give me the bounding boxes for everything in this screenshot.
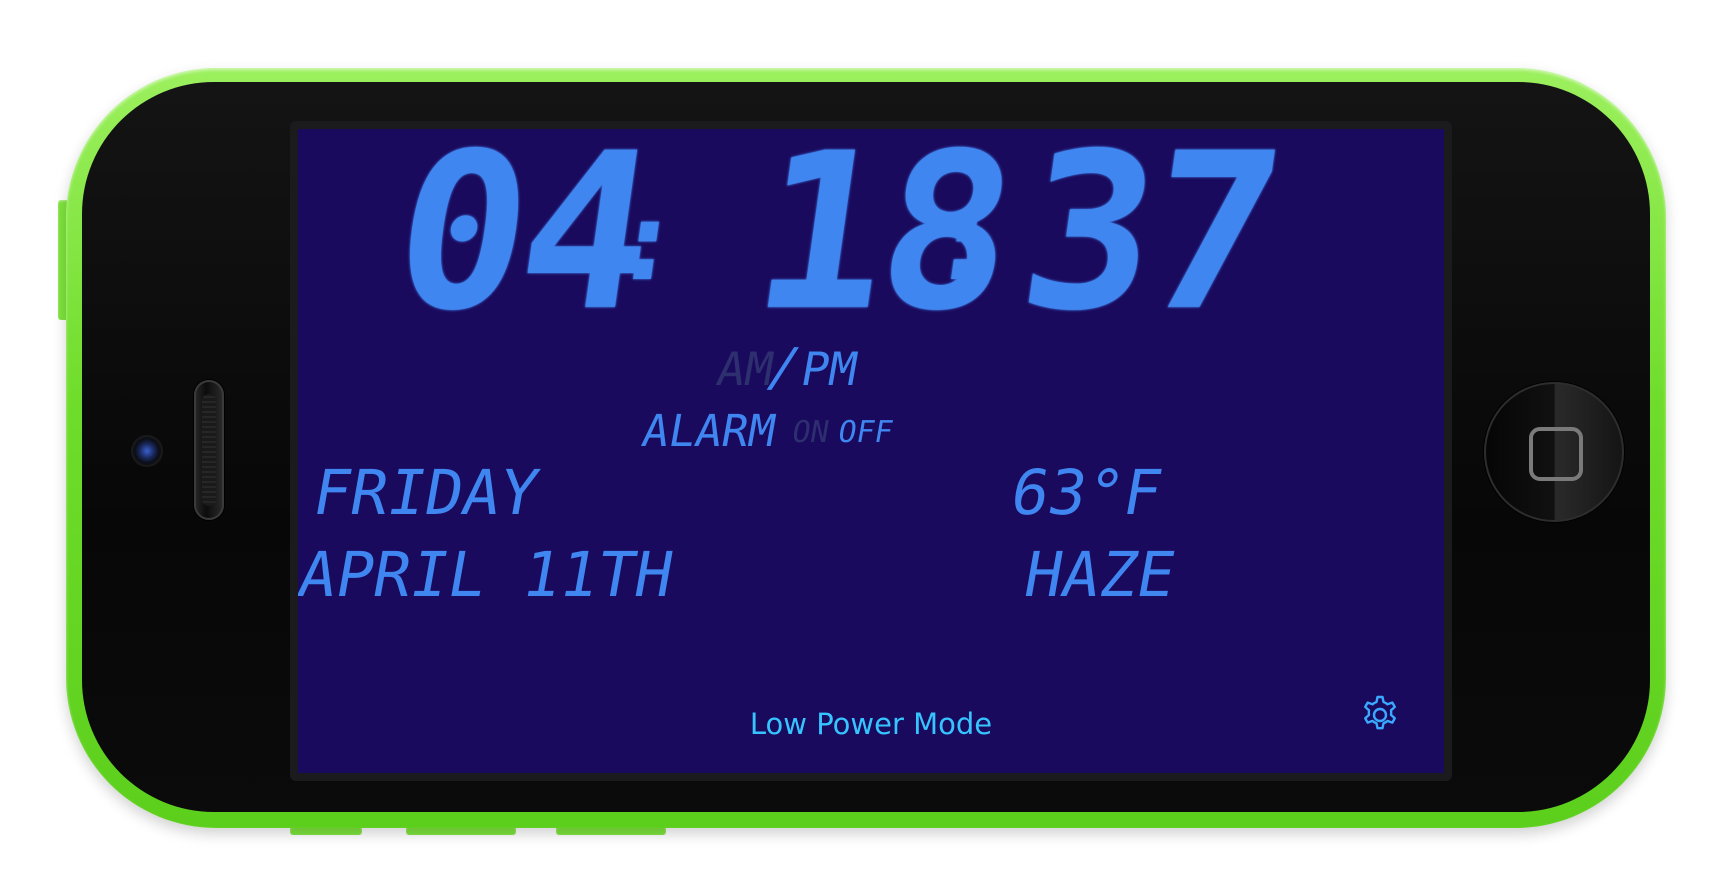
pm-indicator: PM bbox=[797, 342, 862, 396]
earpiece-speaker bbox=[194, 380, 224, 520]
home-square-icon bbox=[1529, 427, 1583, 481]
home-button[interactable] bbox=[1484, 382, 1624, 522]
front-camera bbox=[133, 437, 161, 465]
time-seconds: 37 bbox=[1008, 129, 1291, 359]
alarm-label: ALARM bbox=[638, 406, 779, 457]
alarm-on-toggle[interactable]: ON bbox=[789, 415, 831, 450]
speaker-grille bbox=[202, 394, 216, 506]
settings-button[interactable] bbox=[1358, 693, 1402, 737]
low-power-mode-button[interactable]: Low Power Mode bbox=[298, 707, 1444, 741]
weekday-text: FRIDAY bbox=[307, 456, 544, 528]
date-text: APRIL 11TH bbox=[298, 538, 679, 610]
gear-icon bbox=[1364, 695, 1396, 730]
temperature-text: 63°F bbox=[1005, 456, 1167, 528]
lcd-display: 04 : 18 : 37 AM / PM ALARM ON OFF FRIDAY bbox=[298, 129, 1291, 611]
weather-condition-text: HAZE bbox=[1019, 538, 1181, 610]
clock-screen: 04 : 18 : 37 AM / PM ALARM ON OFF FRIDAY bbox=[298, 129, 1444, 773]
iphone-mockup: 04 : 18 : 37 AM / PM ALARM ON OFF FRIDAY bbox=[0, 0, 1728, 896]
alarm-off-toggle[interactable]: OFF bbox=[835, 415, 895, 450]
